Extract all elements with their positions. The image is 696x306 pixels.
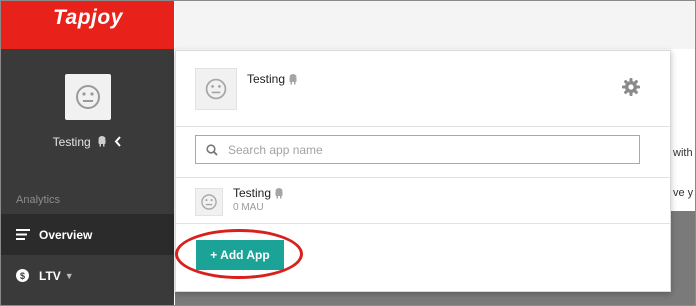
- app-name: Testing: [233, 186, 284, 200]
- gear-icon[interactable]: [622, 78, 640, 96]
- lines-icon: [16, 229, 34, 240]
- section-label-analytics: Analytics: [16, 194, 61, 206]
- app-name[interactable]: Testing: [1, 135, 174, 149]
- svg-text:$: $: [20, 271, 25, 281]
- app-selector[interactable]: Testing: [1, 49, 174, 167]
- tapjoy-logo[interactable]: Tapjoy: [53, 6, 123, 30]
- mau-count: 0 MAU: [233, 202, 264, 213]
- search-input[interactable]: [226, 141, 630, 158]
- app-avatar: [65, 74, 111, 120]
- sidebar-item-overview[interactable]: Overview: [1, 214, 174, 255]
- android-icon: [98, 136, 106, 147]
- neutral-face-icon: [201, 194, 217, 210]
- sidebar: Tapjoy Testing Analytics Overview $ LTV …: [1, 1, 174, 305]
- app-avatar: [195, 68, 237, 110]
- background-text: with: [673, 147, 693, 159]
- chevron-left-icon[interactable]: [114, 136, 122, 147]
- caret-down-icon[interactable]: ▼: [65, 271, 74, 281]
- window: with ve y Tapjoy Testing Analytics Overv…: [0, 0, 696, 306]
- sidebar-item-label: Overview: [39, 227, 93, 242]
- list-item[interactable]: Testing 0 MAU: [176, 178, 670, 224]
- app-title: Testing: [247, 72, 298, 86]
- app-title-label: Testing: [247, 72, 286, 86]
- android-icon: [275, 187, 283, 198]
- dollar-icon: $: [16, 269, 34, 282]
- highlight-annotation: [175, 229, 303, 279]
- top-bar: [175, 1, 695, 49]
- app-name-label: Testing: [52, 135, 91, 149]
- sidebar-item-ltv[interactable]: $ LTV ▼: [1, 255, 174, 296]
- neutral-face-icon: [205, 78, 227, 100]
- search-icon: [206, 143, 218, 156]
- neutral-face-icon: [76, 85, 100, 109]
- popover-header: Testing: [176, 51, 670, 127]
- app-name-label: Testing: [233, 186, 272, 200]
- logo-bar[interactable]: Tapjoy: [1, 1, 174, 49]
- search-box[interactable]: [195, 135, 640, 164]
- app-avatar: [195, 188, 223, 216]
- background-text: ve y: [673, 187, 694, 199]
- android-icon: [289, 73, 297, 84]
- sidebar-item-label: LTV: [39, 268, 61, 283]
- search-area: [176, 127, 670, 178]
